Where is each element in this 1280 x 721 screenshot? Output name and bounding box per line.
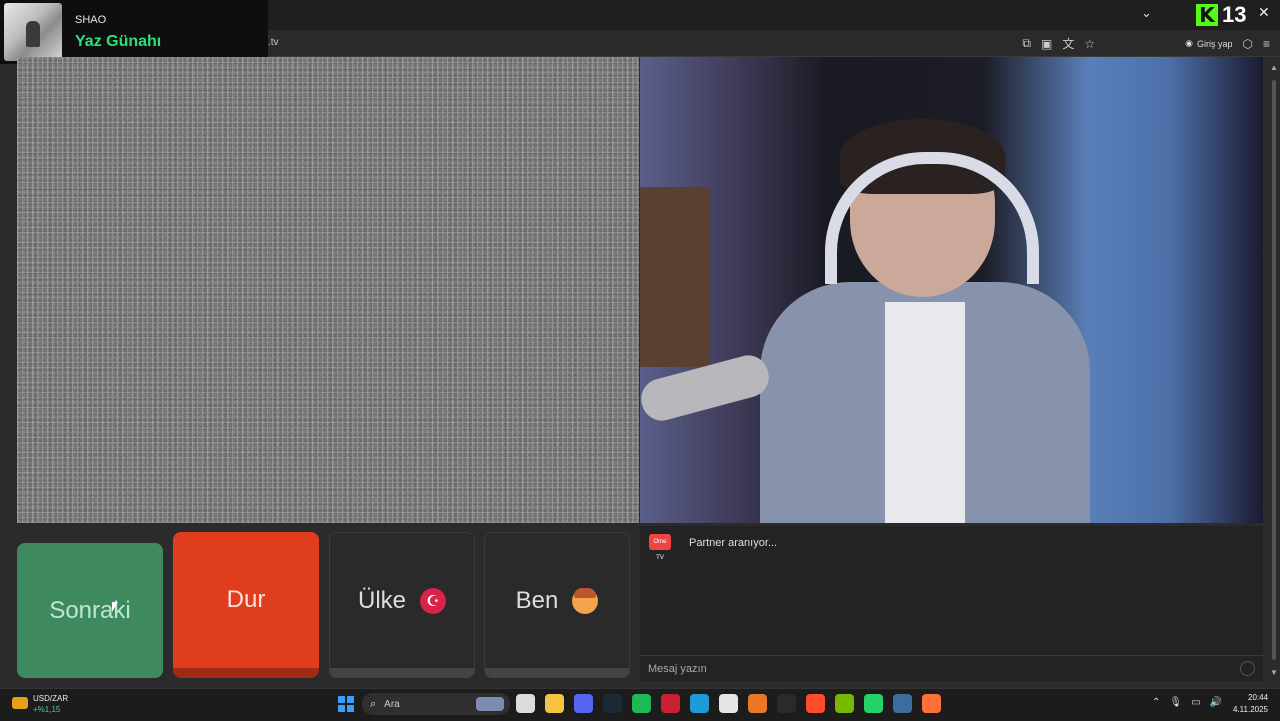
kick-number: 13 xyxy=(1222,2,1247,27)
system-tray: ⌃ 🎙 ▭ 🔊 xyxy=(1152,697,1222,708)
url-text[interactable]: .tv xyxy=(268,37,279,48)
discord-icon[interactable] xyxy=(574,694,593,713)
me-button[interactable]: Ben xyxy=(484,532,630,678)
chrome-icon[interactable] xyxy=(719,694,738,713)
now-playing-title: Yaz Günahı xyxy=(75,33,162,50)
country-label: Ülke xyxy=(357,586,406,614)
display-icon[interactable]: ▭ xyxy=(1191,697,1200,708)
widget-change[interactable]: +%1,15 xyxy=(33,705,60,714)
screenshot-icon[interactable]: ▣ xyxy=(1041,37,1052,51)
opera-icon[interactable] xyxy=(661,694,680,713)
microphone-icon[interactable]: 🎙 xyxy=(1169,697,1182,708)
boy-avatar-icon xyxy=(572,587,599,614)
firefox-icon[interactable] xyxy=(922,694,941,713)
spotify-icon[interactable] xyxy=(632,694,651,713)
widget-title[interactable]: USD/ZAR xyxy=(33,694,68,703)
currency-widget-icon[interactable] xyxy=(12,697,28,709)
login-button[interactable]: ◉ Giriş yap xyxy=(1185,38,1232,49)
whatsapp-icon[interactable] xyxy=(864,694,883,713)
steam-2-icon[interactable] xyxy=(893,694,912,713)
file-explorer-icon[interactable] xyxy=(516,694,535,713)
turkey-flag-icon: ☪ xyxy=(420,587,446,614)
now-playing-artist: SHAO xyxy=(75,14,107,26)
search-highlight-image xyxy=(476,697,504,711)
edge-icon[interactable] xyxy=(690,694,709,713)
extensions-icon[interactable]: ⬡ xyxy=(1243,37,1253,51)
picture-in-picture-icon[interactable]: ⧉ xyxy=(1022,36,1031,51)
chevron-down-icon[interactable]: ⌄ xyxy=(1141,5,1152,21)
me-label: Ben xyxy=(515,586,559,614)
folder-icon[interactable] xyxy=(545,694,564,713)
chat-panel xyxy=(640,526,1263,681)
emoji-icon[interactable] xyxy=(1240,661,1255,676)
now-playing-overlay: SHAO Yaz Günahı xyxy=(0,0,268,64)
country-button[interactable]: Ülke ☪ xyxy=(329,532,475,678)
clock-date[interactable]: 4.11.2025 xyxy=(1233,705,1268,714)
close-icon[interactable]: ✕ xyxy=(1258,4,1270,21)
mouse-cursor-icon xyxy=(112,602,118,612)
tray-chevron-up-icon[interactable]: ⌃ xyxy=(1152,697,1160,708)
chat-status-message: Partner aranıyor... xyxy=(689,537,778,549)
scroll-down-arrow-icon[interactable]: ▼ xyxy=(1270,668,1278,677)
partner-video-static xyxy=(17,57,639,523)
app-orange-icon[interactable] xyxy=(748,694,767,713)
login-label: Giriş yap xyxy=(1196,38,1233,49)
shelf xyxy=(640,187,710,367)
app-red-icon[interactable] xyxy=(806,694,825,713)
bookmark-star-icon[interactable]: ☆ xyxy=(1084,37,1095,51)
taskbar-search[interactable]: ⌕ Ara xyxy=(362,693,510,715)
album-art xyxy=(4,3,62,61)
nvidia-icon[interactable] xyxy=(835,694,854,713)
scroll-up-arrow-icon[interactable]: ▲ xyxy=(1270,63,1278,72)
steam-icon[interactable] xyxy=(603,694,622,713)
search-icon: ⌕ xyxy=(370,697,377,710)
translate-icon[interactable]: 文 xyxy=(1062,35,1074,52)
menu-icon[interactable]: ≡ xyxy=(1263,37,1270,51)
person-shirt xyxy=(885,302,965,523)
stop-label: Dur xyxy=(226,586,266,613)
next-label: Sonraki xyxy=(49,596,131,624)
volume-icon[interactable]: 🔊 xyxy=(1210,697,1222,708)
message-input[interactable] xyxy=(648,662,1228,676)
stop-button[interactable]: Dur xyxy=(173,532,319,678)
ometv-logo: Ome TV xyxy=(649,534,671,561)
next-button[interactable]: Sonraki xyxy=(17,543,163,678)
taskbar-apps xyxy=(516,694,941,713)
chat-divider xyxy=(640,655,1263,656)
start-button-icon[interactable] xyxy=(338,696,354,712)
search-placeholder: Ara xyxy=(384,698,400,710)
clock-time[interactable]: 20:44 xyxy=(1248,693,1268,702)
toolbar-icons: ⧉ ▣ 文 ☆ ◉ Giriş yap ⬡ ≡ xyxy=(1022,35,1270,52)
self-video xyxy=(640,57,1263,523)
account-icon: ◉ xyxy=(1185,38,1193,48)
scrollbar-thumb[interactable] xyxy=(1272,80,1276,660)
kick-logo: K xyxy=(1196,4,1218,26)
epic-games-icon[interactable] xyxy=(777,694,796,713)
